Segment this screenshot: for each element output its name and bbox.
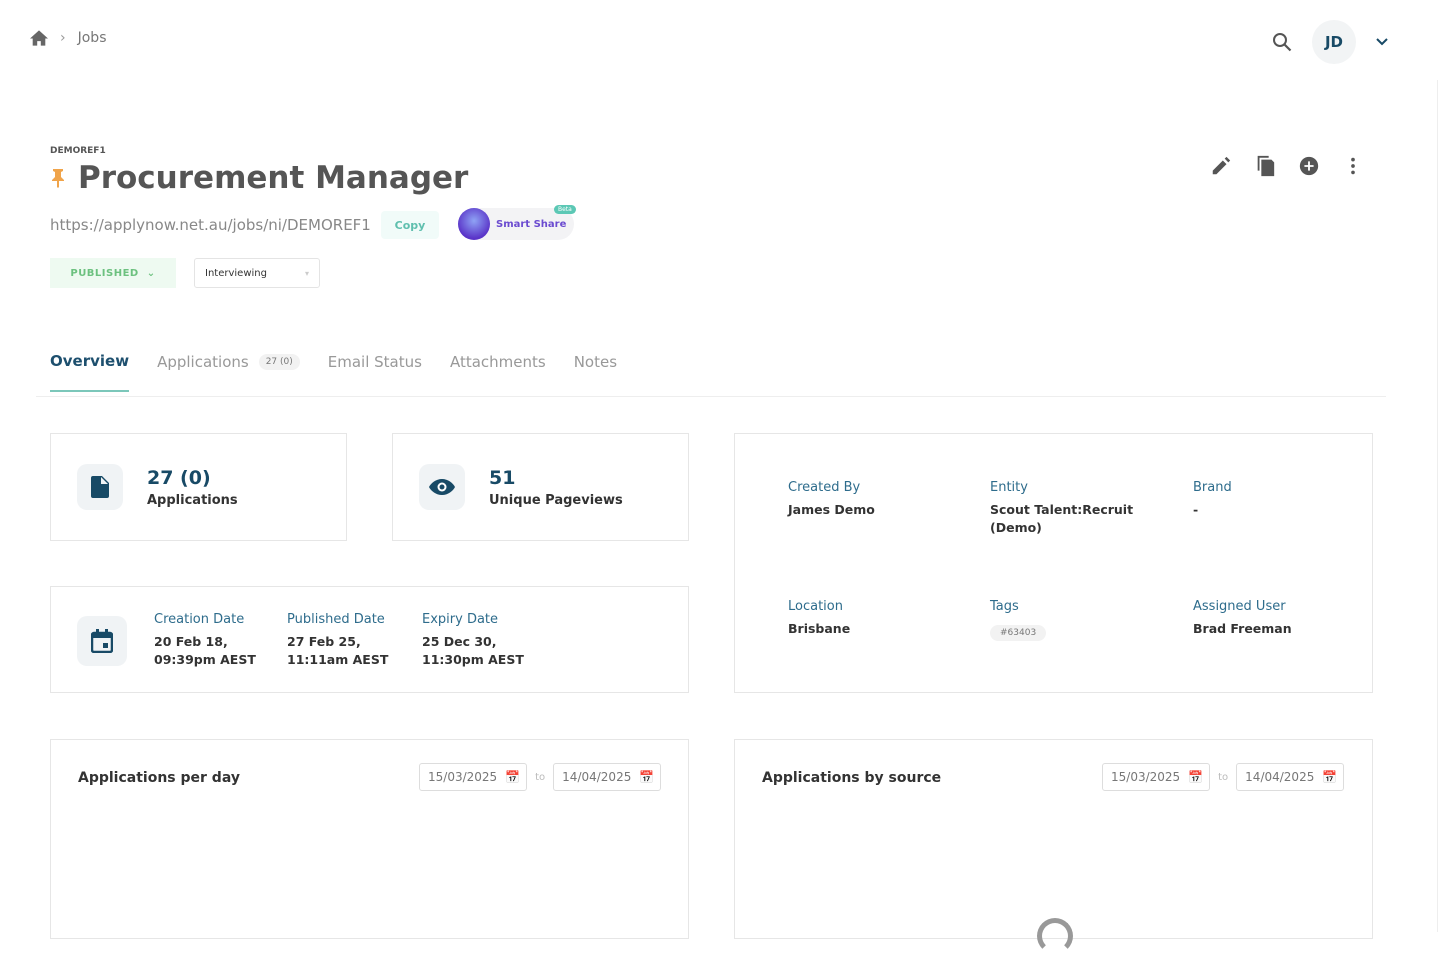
- beta-badge: Beta: [554, 205, 576, 214]
- applications-by-source-card: Applications by source 15/03/2025 📅 to 14…: [734, 739, 1373, 954]
- pageviews-label: Unique Pageviews: [489, 492, 623, 508]
- breadcrumb: › Jobs: [30, 30, 106, 46]
- pageviews-stat-card: 51 Unique Pageviews: [392, 433, 689, 541]
- to-date-input[interactable]: 14/04/2025 📅: [1236, 763, 1345, 791]
- tags: Tags #63403: [990, 599, 1160, 641]
- more-vertical-icon[interactable]: [1342, 155, 1364, 177]
- calendar-icon[interactable]: 📅: [1322, 770, 1337, 784]
- tag-chip[interactable]: #63403: [990, 625, 1047, 641]
- copy-icon[interactable]: [1254, 155, 1276, 177]
- page-title: Procurement Manager: [78, 160, 469, 196]
- status-label: PUBLISHED: [70, 267, 139, 279]
- chevron-down-icon: ▾: [304, 268, 309, 278]
- job-url: https://applynow.net.au/jobs/ni/DEMOREF1: [50, 216, 371, 234]
- tab-overview[interactable]: Overview: [50, 352, 130, 392]
- loading-spinner-icon: [1037, 918, 1073, 954]
- expiry-date: Expiry Date 25 Dec 30, 11:30pm AEST: [422, 612, 524, 667]
- applications-count: 27 (0): [147, 466, 211, 489]
- eye-icon: [419, 464, 465, 510]
- details-card: Created By James Demo Entity Scout Talent:…: [734, 433, 1373, 693]
- to-label: to: [535, 771, 546, 783]
- tab-label: Overview: [50, 352, 130, 370]
- stage-select[interactable]: Interviewing ▾: [194, 258, 320, 288]
- chart-title: Applications per day: [78, 770, 240, 786]
- from-date-input[interactable]: 15/03/2025 📅: [1102, 763, 1211, 791]
- tab-applications[interactable]: Applications 27 (0): [157, 352, 300, 392]
- tab-label: Notes: [573, 353, 618, 371]
- dates-card: Creation Date 20 Feb 18, 09:39pm AEST Publ…: [50, 586, 689, 693]
- tab-label: Attachments: [449, 353, 546, 371]
- pin-icon[interactable]: [50, 168, 66, 188]
- divider: [36, 396, 1386, 397]
- chevron-down-icon: ⌄: [146, 267, 156, 279]
- tab-label: Email Status: [327, 353, 422, 371]
- stage-value: Interviewing: [205, 267, 267, 279]
- chart-title: Applications by source: [762, 770, 942, 786]
- home-icon[interactable]: [30, 30, 48, 46]
- to-label: to: [1218, 771, 1229, 783]
- calendar-icon: [77, 616, 127, 666]
- search-icon[interactable]: [1272, 32, 1292, 52]
- from-date-input[interactable]: 15/03/2025 📅: [419, 763, 528, 791]
- location: Location Brisbane: [788, 599, 851, 636]
- count-badge: 27 (0): [258, 354, 300, 370]
- calendar-icon[interactable]: 📅: [1188, 770, 1203, 784]
- applications-label: Applications: [147, 492, 238, 508]
- chevron-right-icon: ›: [60, 30, 66, 46]
- copy-button[interactable]: Copy: [381, 211, 439, 239]
- tabs: Overview Applications 27 (0) Email Status…: [50, 352, 617, 392]
- divider: [1437, 80, 1438, 932]
- tab-label: Applications: [157, 353, 249, 371]
- created-by: Created By James Demo: [788, 480, 875, 517]
- tab-notes[interactable]: Notes: [574, 352, 617, 392]
- assigned-user: Assigned User Brad Freeman: [1193, 599, 1292, 636]
- calendar-icon[interactable]: 📅: [639, 770, 654, 784]
- avatar[interactable]: JD: [1312, 20, 1356, 64]
- smart-share-label: Smart Share: [496, 218, 567, 230]
- status-dropdown[interactable]: PUBLISHED ⌄: [50, 258, 176, 288]
- chevron-down-icon[interactable]: [1376, 38, 1388, 46]
- brand: Brand -: [1193, 480, 1232, 517]
- edit-icon[interactable]: [1210, 155, 1232, 177]
- file-icon: [77, 464, 123, 510]
- calendar-icon[interactable]: 📅: [505, 770, 520, 784]
- tab-email-status[interactable]: Email Status: [328, 352, 422, 392]
- entity: Entity Scout Talent:Recruit (Demo): [990, 480, 1134, 535]
- job-ref: DEMOREF1: [50, 146, 106, 156]
- applications-per-day-card: Applications per day 15/03/2025 📅 to 14/0…: [50, 739, 689, 939]
- tab-attachments[interactable]: Attachments: [450, 352, 546, 392]
- to-date-input[interactable]: 14/04/2025 📅: [553, 763, 662, 791]
- breadcrumb-jobs[interactable]: Jobs: [78, 30, 107, 46]
- applications-stat-card: 27 (0) Applications: [50, 433, 347, 541]
- add-circle-icon[interactable]: [1298, 155, 1320, 177]
- smart-share-icon: [458, 208, 490, 240]
- pageviews-count: 51: [489, 466, 516, 489]
